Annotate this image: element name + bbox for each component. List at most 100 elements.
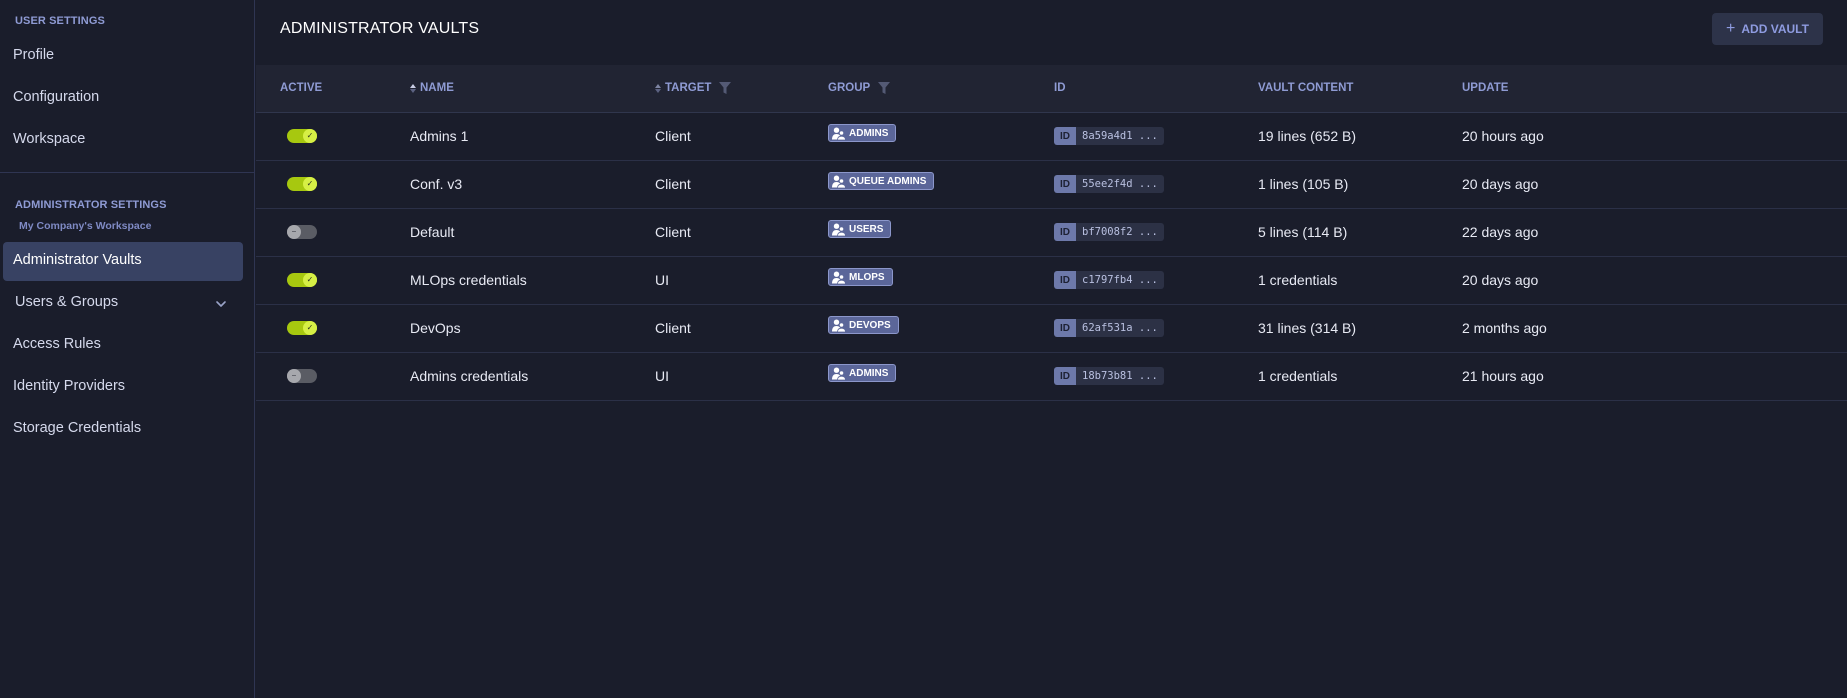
toggle-knob-icon: ✓ — [303, 177, 317, 191]
column-header-vault-content-label: VAULT CONTENT — [1258, 82, 1354, 94]
toggle-knob-icon: ✓ — [303, 321, 317, 335]
users-group-icon — [832, 223, 846, 236]
users-group-icon — [832, 175, 846, 188]
vault-name: Admins credentials — [410, 368, 529, 384]
sort-icon[interactable] — [655, 83, 661, 93]
vault-updated: 22 days ago — [1462, 224, 1539, 240]
sidebar-item-workspace[interactable]: Workspace — [13, 131, 85, 147]
active-toggle-off[interactable]: – — [287, 369, 317, 383]
vault-target: Client — [655, 320, 691, 336]
table-row[interactable]: ✓ MLOps credentials UI MLOPS ID c1797fb4… — [256, 257, 1847, 305]
sidebar-item-label: Administrator Vaults — [13, 252, 142, 268]
active-toggle-on[interactable]: ✓ — [287, 321, 317, 335]
add-vault-label: ADD VAULT — [1741, 22, 1809, 36]
column-header-vault-content: VAULT CONTENT — [1258, 82, 1353, 94]
sidebar-item-storage-credentials[interactable]: Storage Credentials — [13, 420, 141, 436]
vault-updated: 2 months ago — [1462, 320, 1547, 336]
column-header-name[interactable]: NAME — [410, 82, 454, 94]
id-chip[interactable]: ID 62af531a ... — [1054, 319, 1164, 337]
vault-name: MLOps credentials — [410, 272, 527, 288]
column-header-id: ID — [1054, 82, 1066, 94]
id-chip[interactable]: ID 18b73b81 ... — [1054, 367, 1164, 385]
users-group-icon — [832, 319, 846, 332]
id-chip[interactable]: ID bf7008f2 ... — [1054, 223, 1164, 241]
vault-content: 5 lines (114 B) — [1258, 224, 1348, 240]
vault-updated: 21 hours ago — [1462, 368, 1544, 384]
workspace-name: My Company's Workspace — [19, 220, 152, 232]
table-header: ACTIVE NAME TARGET GROUP ID VAULT CONTEN… — [256, 65, 1847, 113]
group-badge[interactable]: QUEUE ADMINS — [828, 172, 935, 190]
group-badge[interactable]: ADMINS — [828, 124, 897, 142]
vault-updated: 20 days ago — [1462, 176, 1539, 192]
group-badge-label: MLOPS — [849, 271, 885, 283]
filter-icon[interactable] — [719, 82, 732, 94]
vault-name: Conf. v3 — [410, 176, 463, 192]
active-toggle-on[interactable]: ✓ — [287, 273, 317, 287]
group-badge-label: ADMINS — [849, 127, 889, 139]
active-toggle-on[interactable]: ✓ — [287, 129, 317, 143]
column-header-group-label: GROUP — [828, 82, 871, 94]
vault-content: 1 credentials — [1258, 368, 1338, 384]
users-group-icon — [832, 367, 846, 380]
id-chip[interactable]: ID 8a59a4d1 ... — [1054, 127, 1164, 145]
column-header-target-label: TARGET — [665, 82, 712, 94]
id-chip[interactable]: ID c1797fb4 ... — [1054, 271, 1164, 289]
group-badge[interactable]: USERS — [828, 220, 892, 238]
active-toggle-on[interactable]: ✓ — [287, 177, 317, 191]
vault-target: Client — [655, 224, 691, 240]
user-settings-label: USER SETTINGS — [15, 15, 105, 27]
table-row[interactable]: – Default Client USERS ID bf7008f2 ... 5… — [256, 209, 1847, 257]
group-badge[interactable]: MLOPS — [828, 268, 893, 286]
page-title: ADMINISTRATOR VAULTS — [280, 20, 480, 37]
sidebar-item-profile[interactable]: Profile — [13, 47, 54, 63]
admin-settings-label: ADMINISTRATOR SETTINGS — [15, 199, 167, 211]
table-row[interactable]: ✓ DevOps Client DEVOPS ID 62af531a ... 3… — [256, 305, 1847, 353]
id-chip-value: 62af531a ... — [1076, 319, 1164, 337]
vault-updated: 20 days ago — [1462, 272, 1539, 288]
sidebar-divider — [0, 172, 255, 173]
id-chip-label: ID — [1054, 175, 1076, 193]
vault-content: 19 lines (652 B) — [1258, 128, 1357, 144]
plus-icon: + — [1726, 20, 1736, 37]
toggle-knob-icon: – — [287, 369, 301, 383]
toggle-knob-icon: ✓ — [303, 129, 317, 143]
column-header-group[interactable]: GROUP — [828, 82, 891, 94]
vault-name: Admins 1 — [410, 128, 469, 144]
vault-updated: 20 hours ago — [1462, 128, 1544, 144]
sidebar-item-configuration[interactable]: Configuration — [13, 89, 99, 105]
users-group-icon — [832, 271, 846, 284]
id-chip-value: 8a59a4d1 ... — [1076, 127, 1164, 145]
table-row[interactable]: ✓ Admins 1 Client ADMINS ID 8a59a4d1 ...… — [256, 113, 1847, 161]
group-badge-label: USERS — [849, 223, 884, 235]
sidebar-item-identity-providers[interactable]: Identity Providers — [13, 378, 125, 394]
sidebar-item-users-groups[interactable]: Users & Groups — [15, 294, 118, 310]
users-group-icon — [832, 127, 846, 140]
toggle-knob-icon: ✓ — [303, 273, 317, 287]
column-header-update: UPDATE — [1462, 82, 1508, 94]
sidebar-item-administrator-vaults[interactable]: Administrator Vaults — [3, 242, 243, 281]
group-badge[interactable]: ADMINS — [828, 364, 897, 382]
vault-content: 1 credentials — [1258, 272, 1338, 288]
id-chip[interactable]: ID 55ee2f4d ... — [1054, 175, 1164, 193]
filter-icon[interactable] — [878, 82, 891, 94]
id-chip-label: ID — [1054, 127, 1076, 145]
add-vault-button[interactable]: + ADD VAULT — [1712, 13, 1823, 45]
table-row[interactable]: ✓ Conf. v3 Client QUEUE ADMINS ID 55ee2f… — [256, 161, 1847, 209]
active-toggle-off[interactable]: – — [287, 225, 317, 239]
vault-target: Client — [655, 128, 691, 144]
group-badge[interactable]: DEVOPS — [828, 316, 899, 334]
chevron-down-icon[interactable] — [214, 297, 228, 311]
sort-icon[interactable] — [410, 83, 416, 93]
sidebar-item-access-rules[interactable]: Access Rules — [13, 336, 101, 352]
id-chip-label: ID — [1054, 223, 1076, 241]
group-badge-label: ADMINS — [849, 367, 889, 379]
id-chip-value: 18b73b81 ... — [1076, 367, 1164, 385]
table-row[interactable]: – Admins credentials UI ADMINS ID 18b73b… — [256, 353, 1847, 401]
id-chip-label: ID — [1054, 271, 1076, 289]
column-header-target[interactable]: TARGET — [655, 82, 732, 94]
sidebar: USER SETTINGS Profile Configuration Work… — [0, 0, 255, 698]
column-header-active: ACTIVE — [280, 82, 322, 94]
vault-name: DevOps — [410, 320, 461, 336]
id-chip-value: c1797fb4 ... — [1076, 271, 1164, 289]
column-header-active-label: ACTIVE — [280, 82, 323, 94]
